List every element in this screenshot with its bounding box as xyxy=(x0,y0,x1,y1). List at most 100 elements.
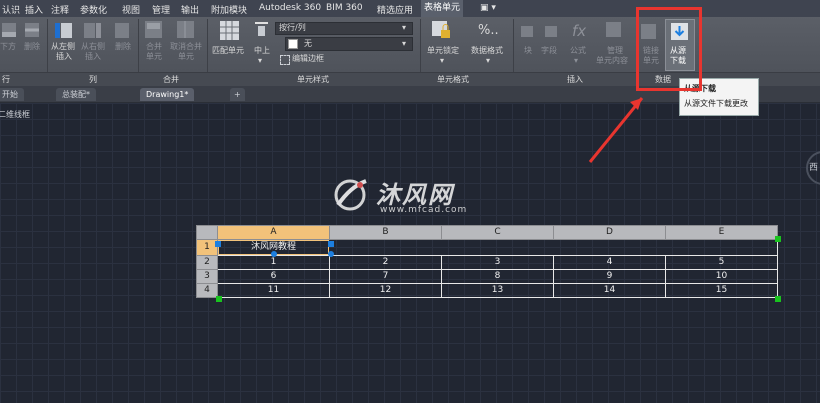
menu-tab-manage[interactable]: 管理 xyxy=(152,3,170,16)
watermark-url: www.mfcad.com xyxy=(380,205,468,215)
row-header-3[interactable]: 3 xyxy=(196,269,218,284)
table-cell[interactable]: 8 xyxy=(441,269,554,284)
row-col-select[interactable]: 按行/列 ▾ xyxy=(275,22,413,35)
new-tab-button[interactable]: + xyxy=(230,88,245,101)
menu-tab-insert[interactable]: 插入 xyxy=(25,3,43,16)
table-cell[interactable]: 4 xyxy=(553,255,666,270)
panel-label-cell-style: 单元样式 xyxy=(297,75,329,84)
manage-label[interactable]: 管理 xyxy=(607,46,623,56)
insert-right-label1[interactable]: 从右侧 xyxy=(81,42,105,52)
col-header-c[interactable]: C xyxy=(441,225,554,240)
cell-lock-icon xyxy=(432,21,450,38)
col-header-e[interactable]: E xyxy=(665,225,778,240)
insert-left-label1[interactable]: 从左侧 xyxy=(51,42,75,52)
menu-tab-view[interactable]: 视图 xyxy=(122,3,140,16)
col-header-b[interactable]: B xyxy=(329,225,442,240)
menu-tab-annotate[interactable]: 注释 xyxy=(51,3,69,16)
chevron-down-icon[interactable]: ▾ xyxy=(440,56,444,66)
match-cell-icon xyxy=(220,21,239,40)
chevron-down-icon: ▾ xyxy=(402,23,407,32)
formula-label[interactable]: 公式 xyxy=(570,46,586,56)
cell-grip-handle[interactable] xyxy=(328,251,334,257)
table-cell[interactable]: 6 xyxy=(217,269,330,284)
merge-label1[interactable]: 合并 xyxy=(146,42,162,52)
table-cell[interactable]: 5 xyxy=(665,255,778,270)
panel-label-rows: 行 xyxy=(2,75,10,84)
annotation-highlight-box xyxy=(636,7,702,91)
col-header-a[interactable]: A xyxy=(217,225,330,240)
cell-lock-label[interactable]: 单元锁定 xyxy=(427,46,459,56)
chevron-down-icon[interactable]: ▾ xyxy=(486,56,490,66)
cell-grip-handle[interactable] xyxy=(328,241,334,247)
delete-row-label[interactable]: 删除 xyxy=(24,42,40,52)
merge-label2: 单元 xyxy=(146,52,162,61)
row-col-select-value: 按行/列 xyxy=(279,23,306,32)
table-cell[interactable]: 2 xyxy=(329,255,442,270)
table-cell[interactable]: 14 xyxy=(553,283,666,298)
menu-tab-parametric[interactable]: 参数化 xyxy=(80,3,107,16)
table-row: 2 1 2 3 4 5 xyxy=(196,255,778,270)
insert-below-icon xyxy=(2,23,16,37)
table-cell[interactable]: 12 xyxy=(329,283,442,298)
drawing-table[interactable]: A B C D E 1 沐风网教程 2 1 2 3 4 5 3 6 7 8 9 … xyxy=(196,225,778,298)
doc-tab-start[interactable]: 开始 xyxy=(0,88,24,101)
col-header-d[interactable]: D xyxy=(553,225,666,240)
match-cell-label[interactable]: 匹配单元 xyxy=(212,46,244,56)
panel-label-merge: 合并 xyxy=(163,75,179,84)
table-corner-grip[interactable] xyxy=(775,296,781,302)
table-corner-grip[interactable] xyxy=(216,296,222,302)
compass-west: 西 xyxy=(809,163,819,173)
doc-tab-assembly[interactable]: 总装配* xyxy=(56,88,96,101)
panel-label-insert: 插入 xyxy=(567,75,583,84)
table-cell[interactable]: 10 xyxy=(665,269,778,284)
table-cell[interactable]: 15 xyxy=(665,283,778,298)
cell-content-label: 单元内容 xyxy=(596,56,628,65)
align-label[interactable]: 中上 xyxy=(254,46,270,56)
row-header-2[interactable]: 2 xyxy=(196,255,218,270)
menu-tab-addins[interactable]: 附加模块 xyxy=(211,3,247,16)
menu-tab-bim360[interactable]: BIM 360 xyxy=(326,3,363,13)
insert-block-label[interactable]: 块 xyxy=(524,46,532,56)
delete-column-label[interactable]: 删除 xyxy=(115,42,131,52)
viewcube[interactable]: 西 xyxy=(806,151,820,185)
title-cell[interactable]: 沐风网教程 xyxy=(217,239,778,256)
table-cell[interactable]: 1 xyxy=(217,255,330,270)
fill-select[interactable]: 无 ▾ xyxy=(285,37,413,51)
menu-tab-extra[interactable]: ▣ ▾ xyxy=(480,3,496,13)
corner-header xyxy=(196,225,218,240)
formula-icon: fx xyxy=(572,22,587,40)
table-cell[interactable]: 13 xyxy=(441,283,554,298)
row-header-4[interactable]: 4 xyxy=(196,283,218,298)
edit-border-button[interactable]: 编辑边框 xyxy=(292,54,324,64)
fill-select-value: 无 xyxy=(304,39,312,48)
table-cell[interactable]: 3 xyxy=(441,255,554,270)
column-header-row: A B C D E xyxy=(196,225,778,240)
table-corner-grip[interactable] xyxy=(775,236,781,242)
align-dropdown-icon[interactable]: ▾ xyxy=(258,56,262,66)
menu-tab-0[interactable]: 认识 xyxy=(2,3,20,16)
insert-below-label[interactable]: 下方 xyxy=(0,42,16,52)
chevron-down-icon[interactable]: ▾ xyxy=(574,56,578,66)
fill-swatch-icon xyxy=(288,39,298,49)
menu-tab-table-cell[interactable]: 表格单元 xyxy=(421,0,464,17)
cell-grip-handle[interactable] xyxy=(215,241,221,247)
insert-left-icon xyxy=(55,23,72,38)
menu-tab-featured[interactable]: 精选应用 xyxy=(377,3,413,16)
menu-tab-a360[interactable]: Autodesk 360 xyxy=(259,3,321,13)
viewport-label[interactable]: 二维线框 xyxy=(0,109,30,120)
table-cell[interactable]: 7 xyxy=(329,269,442,284)
insert-left-label2: 插入 xyxy=(56,52,72,61)
data-format-label[interactable]: 数据格式 xyxy=(471,46,503,56)
panel-label-cols: 列 xyxy=(89,75,97,84)
field-icon xyxy=(545,26,557,37)
menu-tab-output[interactable]: 输出 xyxy=(181,3,199,16)
table-cell[interactable]: 11 xyxy=(217,283,330,298)
doc-tab-drawing1[interactable]: Drawing1* xyxy=(140,88,195,101)
insert-field-label[interactable]: 字段 xyxy=(541,46,557,56)
unmerge-label1[interactable]: 取消合并 xyxy=(170,42,202,52)
cell-grip-handle[interactable] xyxy=(271,251,277,257)
align-top-center-icon xyxy=(255,22,268,36)
tooltip-description: 从源文件下载更改 xyxy=(684,99,748,108)
edit-border-icon xyxy=(280,55,290,65)
table-cell[interactable]: 9 xyxy=(553,269,666,284)
